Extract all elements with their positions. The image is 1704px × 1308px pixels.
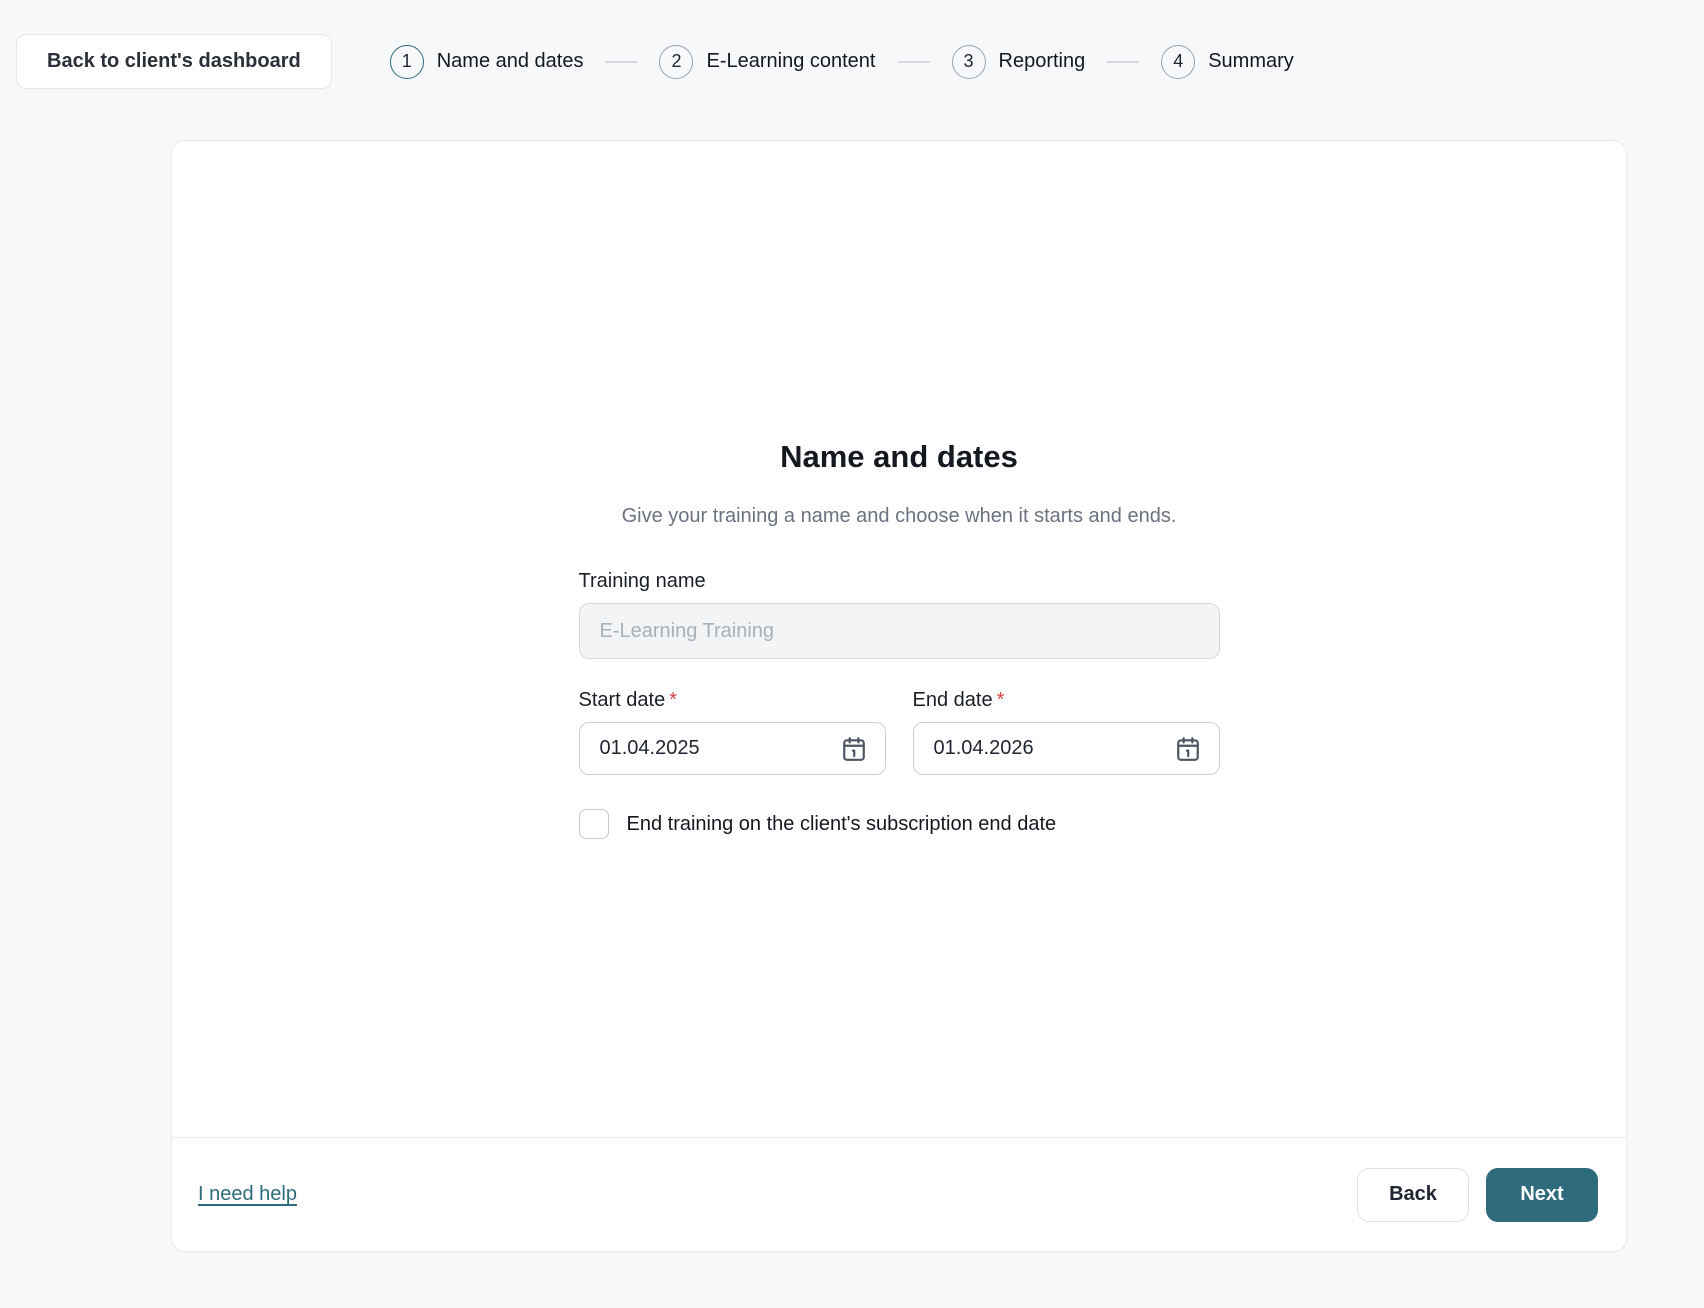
calendar-icon[interactable] bbox=[1175, 736, 1201, 762]
step-label: Summary bbox=[1208, 50, 1294, 73]
start-date-label: Start date* bbox=[579, 689, 886, 712]
wizard-card: Name and dates Give your training a name… bbox=[171, 140, 1627, 1252]
step-number-badge: 3 bbox=[952, 45, 986, 79]
wizard-stepper: 1 Name and dates 2 E-Learning content 3 … bbox=[390, 45, 1294, 79]
training-name-label: Training name bbox=[579, 570, 1220, 593]
calendar-icon[interactable] bbox=[841, 736, 867, 762]
stepper-connector bbox=[898, 61, 930, 63]
end-date-label: End date* bbox=[913, 689, 1220, 712]
start-date-field: Start date* bbox=[579, 689, 886, 775]
required-asterisk: * bbox=[997, 689, 1005, 711]
dates-row: Start date* bbox=[579, 689, 1220, 775]
page-subtitle: Give your training a name and choose whe… bbox=[622, 501, 1177, 532]
back-button[interactable]: Back bbox=[1357, 1168, 1469, 1222]
stepper-connector bbox=[605, 61, 637, 63]
end-date-input[interactable] bbox=[914, 737, 1134, 760]
next-button[interactable]: Next bbox=[1486, 1168, 1598, 1222]
page-title: Name and dates bbox=[780, 439, 1018, 475]
subscription-end-checkbox[interactable] bbox=[579, 809, 609, 839]
stepper-step-elearning-content[interactable]: 2 E-Learning content bbox=[659, 45, 875, 79]
topbar: Back to client's dashboard 1 Name and da… bbox=[0, 0, 1704, 89]
step-label: Name and dates bbox=[437, 50, 584, 73]
start-date-input-wrap bbox=[579, 722, 886, 775]
start-date-input[interactable] bbox=[580, 737, 800, 760]
step-number-badge: 2 bbox=[659, 45, 693, 79]
step-label: Reporting bbox=[999, 50, 1086, 73]
end-date-field: End date* bbox=[913, 689, 1220, 775]
step-number-badge: 4 bbox=[1161, 45, 1195, 79]
step-label: E-Learning content bbox=[706, 50, 875, 73]
stepper-step-summary[interactable]: 4 Summary bbox=[1161, 45, 1294, 79]
training-form: Training name Start date* bbox=[579, 570, 1220, 839]
required-asterisk: * bbox=[669, 689, 677, 711]
step-content: Name and dates Give your training a name… bbox=[172, 141, 1626, 1137]
step-number-badge: 1 bbox=[390, 45, 424, 79]
stepper-connector bbox=[1107, 61, 1139, 63]
stepper-step-reporting[interactable]: 3 Reporting bbox=[952, 45, 1086, 79]
training-name-input[interactable] bbox=[579, 603, 1220, 659]
card-footer: I need help Back Next bbox=[172, 1137, 1626, 1251]
stepper-step-name-and-dates[interactable]: 1 Name and dates bbox=[390, 45, 584, 79]
back-to-dashboard-button[interactable]: Back to client's dashboard bbox=[16, 34, 332, 89]
help-link[interactable]: I need help bbox=[198, 1183, 297, 1206]
subscription-end-row: End training on the client's subscriptio… bbox=[579, 809, 1220, 839]
subscription-end-label: End training on the client's subscriptio… bbox=[627, 813, 1057, 836]
end-date-input-wrap bbox=[913, 722, 1220, 775]
